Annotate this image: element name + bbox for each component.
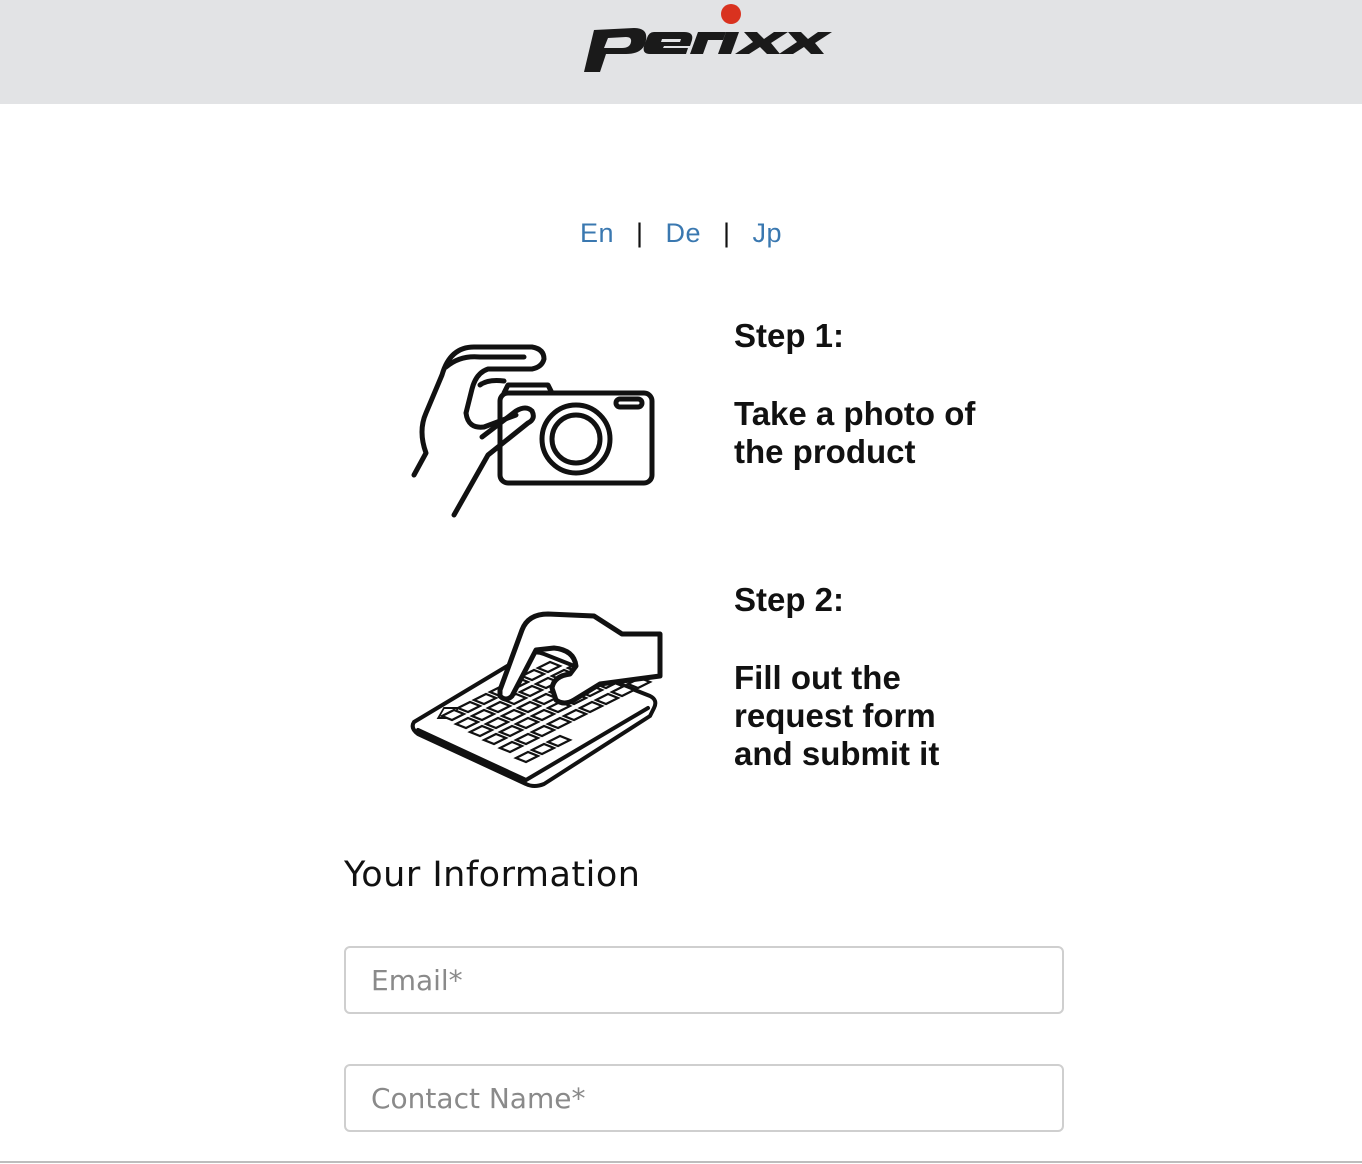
language-separator: |: [723, 218, 731, 248]
language-separator: |: [635, 218, 644, 248]
section-title: Your Information: [344, 855, 641, 895]
divider: [0, 1161, 1362, 1163]
contact-name-field[interactable]: [346, 1066, 1051, 1130]
step-2: Step 2: Fill out the request form and su…: [734, 581, 1034, 773]
step-description: Fill out the request form and submit it: [734, 659, 940, 772]
site-header: [0, 0, 1362, 104]
camera-hand-icon: [411, 344, 655, 518]
email-field[interactable]: [346, 948, 1051, 1012]
step-title: Step 2:: [734, 581, 845, 618]
language-link-de[interactable]: De: [665, 218, 701, 248]
step-1: Step 1: Take a photo of the product: [734, 317, 1034, 471]
keyboard-hand-icon: [410, 611, 663, 788]
language-switcher: En | De | Jp: [0, 218, 1362, 249]
perixx-logo[interactable]: [576, 2, 836, 82]
step-title: Step 1:: [734, 317, 845, 354]
contact-name-field-container: [344, 1064, 1064, 1132]
language-link-jp[interactable]: Jp: [753, 218, 783, 248]
email-field-container: [344, 946, 1064, 1014]
language-link-en[interactable]: En: [580, 218, 614, 248]
step-description: Take a photo of the product: [734, 395, 976, 470]
